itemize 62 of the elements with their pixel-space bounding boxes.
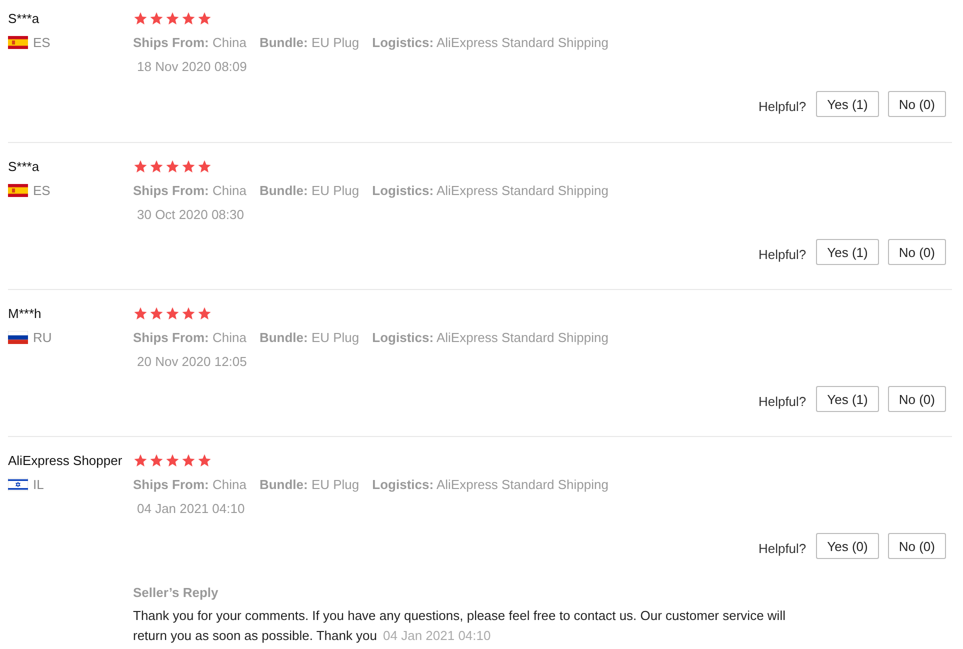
helpful-label: Helpful? (758, 540, 806, 556)
star-icon (133, 306, 148, 320)
helpful-label: Helpful? (758, 246, 806, 262)
helpful-label: Helpful? (758, 98, 806, 114)
star-icon (197, 158, 212, 174)
flag-icon (8, 184, 28, 196)
logistics-text: Logistics: AliExpress Standard Shipping (372, 182, 608, 198)
star-icon (197, 452, 212, 468)
yes-button[interactable]: Yes (1) (816, 91, 879, 117)
star-icon (165, 452, 180, 468)
logistics-text: Logistics: AliExpress Standard Shipping (372, 476, 608, 492)
no-button[interactable]: No (0) (888, 533, 946, 559)
review-date: 30 Oct 2020 08:30 (136, 206, 244, 222)
star-icon (149, 158, 164, 174)
star-icon (165, 10, 180, 26)
bundle-text: Bundle: EU Plug (259, 182, 360, 198)
logistics-text: Logistics: AliExpress Standard Shipping (372, 34, 608, 50)
star-icon (181, 158, 196, 174)
yes-button[interactable]: Yes (1) (816, 239, 879, 265)
review-date: 18 Nov 2020 08:09 (136, 58, 247, 74)
star-icon (181, 452, 196, 468)
country-code: RU (33, 330, 52, 344)
no-button[interactable]: No (0) (888, 91, 946, 117)
flag-icon (8, 36, 28, 48)
reviewer-name: M***h (8, 306, 42, 320)
star-icon (197, 10, 212, 26)
flag-icon (8, 478, 28, 490)
country-code: ES (33, 34, 50, 50)
no-button[interactable]: No (0) (888, 239, 946, 265)
country-code: IL (33, 476, 44, 492)
star-icon (133, 158, 148, 174)
star-icon (181, 10, 196, 26)
bundle-text: Bundle: EU Plug (259, 34, 360, 50)
star-icon (165, 158, 180, 174)
ships-from-text: Ships From: China (133, 330, 246, 344)
flag-icon (8, 330, 28, 344)
review-date: 20 Nov 2020 12:05 (136, 354, 247, 368)
ships-from-text: Ships From: China (133, 476, 246, 492)
reviewer-name: S***a (8, 158, 40, 174)
star-icon (197, 306, 212, 320)
seller-reply-title: Seller’s Reply (133, 585, 220, 600)
yes-button[interactable]: Yes (1) (816, 386, 879, 412)
star-icon (149, 306, 164, 320)
star-icon (149, 452, 164, 468)
star-icon (165, 306, 180, 320)
star-icon (133, 10, 148, 26)
logistics-text: Logistics: AliExpress Standard Shipping (372, 330, 608, 344)
bundle-text: Bundle: EU Plug (259, 330, 360, 344)
star-icon (181, 306, 196, 320)
star-icon (133, 452, 148, 468)
country-code: ES (33, 182, 50, 198)
ships-from-text: Ships From: China (133, 182, 246, 198)
no-button[interactable]: No (0) (888, 386, 946, 412)
bundle-text: Bundle: EU Plug (259, 476, 360, 492)
ships-from-text: Ships From: China (133, 34, 246, 50)
review-date: 04 Jan 2021 04:10 (136, 500, 245, 516)
helpful-label: Helpful? (758, 394, 806, 408)
reviewer-name: S***a (8, 10, 40, 26)
star-icon (149, 10, 164, 26)
yes-button[interactable]: Yes (0) (816, 533, 879, 559)
seller-reply-text: Thank you for your comments. If you have any questions, please feel free to contact us. Our customer service will return you as soon as possible. Thank you 04 Jan 2021 04:10 (133, 607, 786, 645)
reviewer-name: AliExpress Shopper (8, 452, 124, 468)
